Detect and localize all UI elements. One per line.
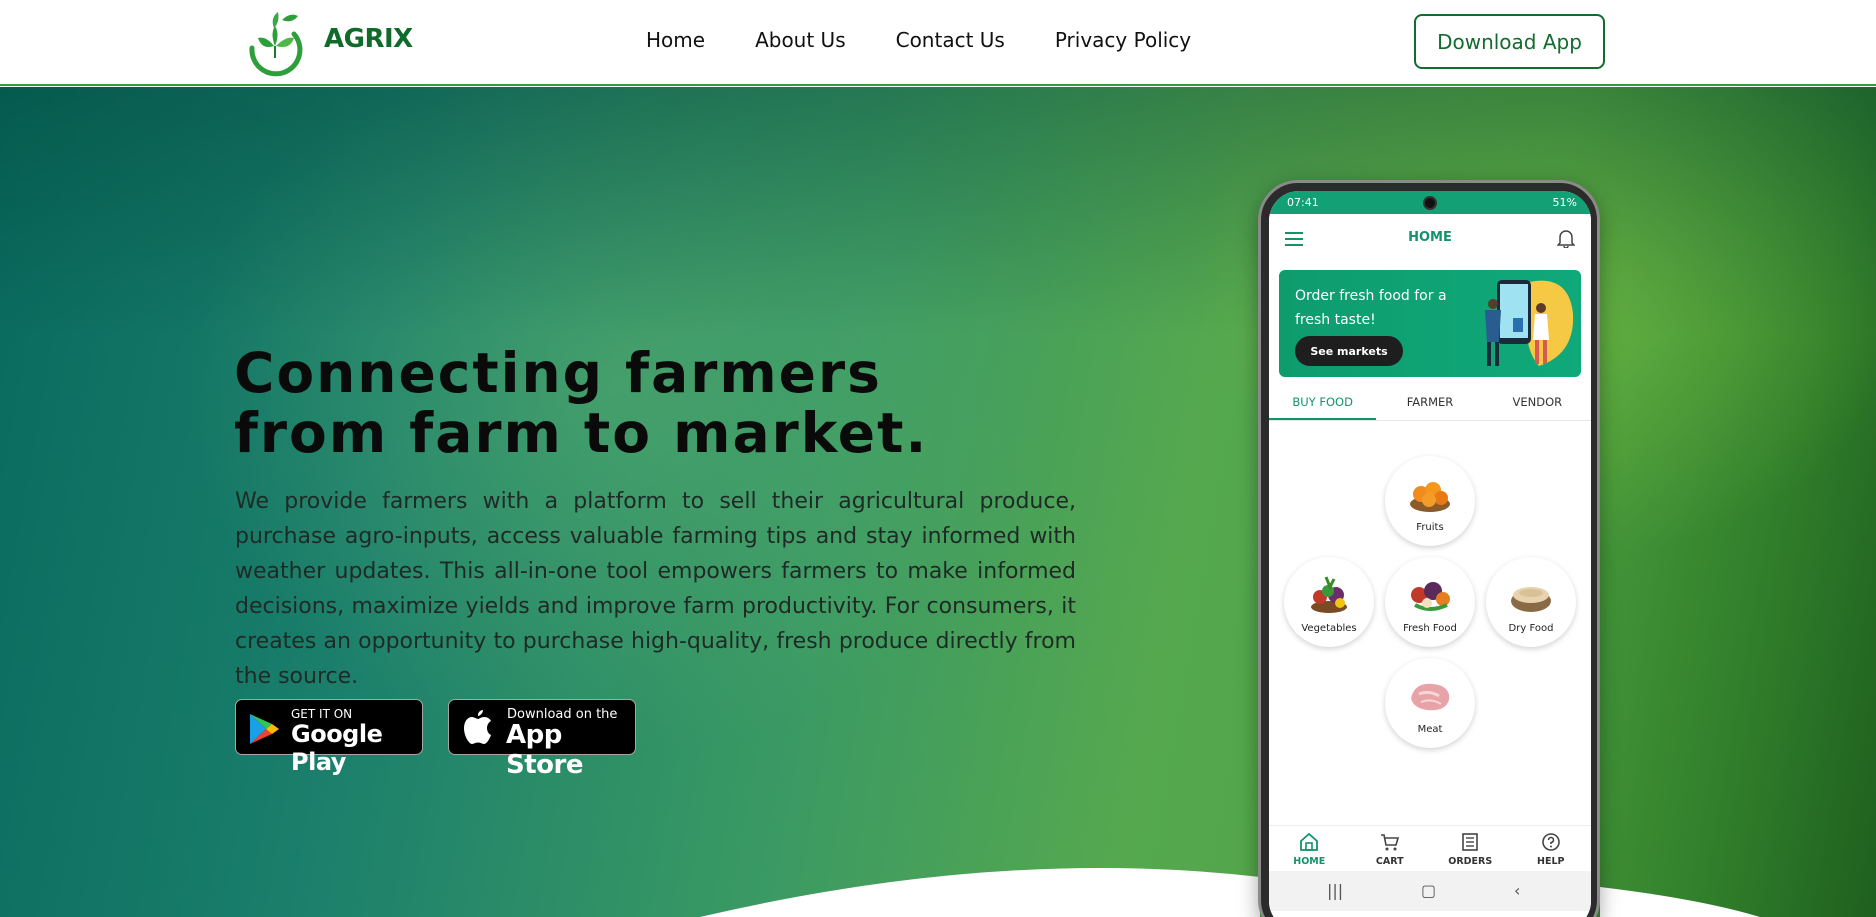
category-label: Dry Food <box>1508 623 1554 634</box>
category-label: Vegetables <box>1301 623 1357 634</box>
home-icon <box>1300 832 1319 851</box>
cart-icon <box>1380 834 1399 851</box>
bottom-nav-cart[interactable]: CART <box>1350 826 1431 871</box>
apple-icon <box>464 710 491 744</box>
promo-banner: Order fresh food for a fresh taste! See … <box>1279 270 1581 377</box>
leaf-logo-icon[interactable] <box>244 6 306 78</box>
meat-icon <box>1411 683 1450 711</box>
category-tabs: BUY FOOD FARMER VENDOR <box>1269 379 1591 421</box>
camera-icon <box>1423 196 1437 210</box>
google-play-icon <box>250 714 279 744</box>
status-time: 07:41 <box>1287 196 1319 209</box>
bottom-nav-label: CART <box>1375 856 1404 867</box>
bottom-nav-label: HELP <box>1537 856 1565 867</box>
app-store-big-text: App Store <box>506 720 583 780</box>
nav-link-privacy-policy[interactable]: Privacy Policy <box>1055 28 1191 52</box>
status-battery: 51% <box>1552 196 1577 209</box>
tab-farmer[interactable]: FARMER <box>1376 379 1483 420</box>
orders-icon <box>1462 833 1479 851</box>
category-label: Fresh Food <box>1403 623 1457 634</box>
app-bar: HOME <box>1269 214 1591 261</box>
tab-buy-food[interactable]: BUY FOOD <box>1269 379 1377 420</box>
hero-description: We provide farmers with a platform to se… <box>235 489 1076 689</box>
top-navbar: AGRIX Home About Us Contact Us Privacy P… <box>0 0 1876 86</box>
hero-section: Connecting farmers from farm to market. … <box>0 87 1876 917</box>
phone-mockup: 07:41 51% HOME Order fresh food for a fr… <box>1258 180 1600 917</box>
main-menu: Home About Us Contact Us Privacy Policy <box>646 28 1191 52</box>
category-vegetables[interactable]: Vegetables <box>1284 557 1374 647</box>
category-dry-food[interactable]: Dry Food <box>1486 557 1576 647</box>
recent-apps-icon[interactable]: ||| <box>1327 881 1343 900</box>
nav-link-home[interactable]: Home <box>646 28 705 52</box>
system-nav-bar: ||| ▢ ‹ <box>1269 871 1591 911</box>
google-play-big-text: Google Play <box>291 720 383 776</box>
app-store-badge[interactable]: Download on the App Store <box>448 699 636 780</box>
headline-line-1: Connecting farmers <box>234 341 882 405</box>
category-label: Fruits <box>1416 522 1444 533</box>
vegetables-icon <box>1311 576 1347 613</box>
bottom-nav-help[interactable]: HELP <box>1511 826 1592 871</box>
bottom-nav-label: HOME <box>1293 856 1326 867</box>
bottom-nav-label: ORDERS <box>1448 856 1493 867</box>
bottom-nav-orders[interactable]: ORDERS <box>1430 826 1511 871</box>
app-title: HOME <box>1408 230 1452 245</box>
brand-name[interactable]: AGRIX <box>324 24 413 54</box>
fruits-icon <box>1410 482 1450 512</box>
dry-food-icon <box>1511 587 1551 612</box>
tab-vendor[interactable]: VENDOR <box>1484 379 1591 420</box>
shopping-illustration-icon <box>1485 280 1574 366</box>
back-icon[interactable]: ‹ <box>1514 881 1520 900</box>
google-play-badge[interactable]: GET IT ON Google Play <box>235 699 423 776</box>
banner-text: Order fresh food for a fresh taste! <box>1295 288 1447 328</box>
bottom-nav-home[interactable]: HOME <box>1269 826 1350 871</box>
google-play-small-text: GET IT ON <box>291 707 353 721</box>
phone-screen: 07:41 51% HOME Order fresh food for a fr… <box>1269 191 1591 917</box>
hero-headline: Connecting farmers from farm to market. <box>234 343 928 463</box>
nav-link-about-us[interactable]: About Us <box>755 28 846 52</box>
category-fresh-food[interactable]: Fresh Food <box>1385 557 1475 647</box>
home-button-icon[interactable]: ▢ <box>1421 881 1436 900</box>
bottom-nav: HOME CART ORDERS HELP <box>1269 825 1591 871</box>
download-app-button[interactable]: Download App <box>1414 14 1605 69</box>
headline-line-2: from farm to market. <box>234 401 929 465</box>
category-label: Meat <box>1417 724 1443 735</box>
fresh-food-icon <box>1411 582 1450 611</box>
help-icon <box>1541 833 1560 851</box>
bell-icon[interactable] <box>1557 228 1575 248</box>
see-markets-button[interactable]: See markets <box>1295 336 1403 366</box>
category-fruits[interactable]: Fruits <box>1385 456 1475 546</box>
nav-link-contact-us[interactable]: Contact Us <box>896 28 1005 52</box>
category-meat[interactable]: Meat <box>1385 658 1475 748</box>
